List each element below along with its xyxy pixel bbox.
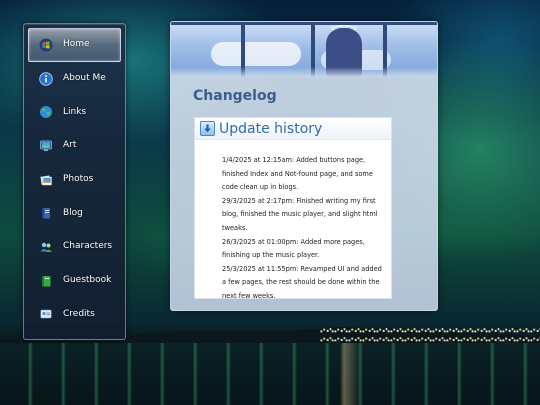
- sidebar-item-label: Photos: [63, 174, 94, 185]
- download-arrow-icon: [200, 121, 215, 136]
- changelog-list: 1/4/2025 at 12:15am: Added buttons page,…: [195, 140, 391, 304]
- sidebar-item-credits[interactable]: Credits: [28, 298, 121, 332]
- banner-fade: [171, 67, 437, 77]
- guestbook-icon: [39, 274, 53, 288]
- background-city-lights: [320, 326, 540, 344]
- list-item: 29/3/2025 at 2:17pm: Finished writing my…: [222, 196, 378, 232]
- sidebar-item-label: Home: [63, 39, 90, 50]
- background-water: [0, 343, 540, 405]
- sidebar-item-label: About Me: [63, 73, 106, 84]
- list-item: 26/3/2025 at 01:00pm: Added more pages, …: [222, 237, 365, 260]
- monitor-art-icon: [39, 139, 53, 153]
- photos-icon: [39, 173, 53, 187]
- update-history-card: Update history 1/4/2025 at 12:15am: Adde…: [194, 117, 392, 300]
- sidebar-item-art[interactable]: Art: [28, 129, 121, 163]
- sidebar-item-label: Guestbook: [63, 275, 112, 286]
- list-item: 1/4/2025 at 12:15am: Added buttons page,…: [222, 156, 373, 192]
- info-icon: [39, 71, 53, 86]
- list-item: 25/3/2025 at 11:55pm: Revamped UI and ad…: [222, 264, 382, 300]
- sidebar-item-home[interactable]: Home: [28, 28, 121, 62]
- header-banner-image: [171, 22, 437, 77]
- card-title: Update history: [219, 120, 323, 137]
- sidebar-item-label: Art: [63, 140, 77, 151]
- sidebar-item-label: Blog: [63, 207, 83, 218]
- page-title: Changelog: [193, 88, 277, 104]
- sidebar-item-label: Links: [63, 106, 87, 117]
- characters-icon: [39, 240, 53, 254]
- sidebar-item-photos[interactable]: Photos: [28, 163, 121, 197]
- sidebar-item-about-me[interactable]: About Me: [28, 62, 121, 96]
- banner-cloud: [211, 42, 301, 66]
- credits-icon: [39, 307, 53, 321]
- blog-book-icon: [39, 206, 53, 220]
- sidebar-item-characters[interactable]: Characters: [28, 230, 121, 264]
- window-frame: [171, 22, 437, 25]
- main-panel: Changelog Update history 1/4/2025 at 12:…: [170, 21, 438, 311]
- globe-icon: [39, 105, 53, 119]
- card-header: Update history: [195, 118, 391, 140]
- sidebar-item-label: Credits: [63, 308, 95, 319]
- sidebar-item-guestbook[interactable]: Guestbook: [28, 264, 121, 298]
- sidebar-nav: Home About Me Links Art Photos Blog Char…: [23, 23, 126, 340]
- windows-home-icon: [39, 38, 53, 52]
- sidebar-item-blog[interactable]: Blog: [28, 196, 121, 230]
- sidebar-item-label: Characters: [63, 241, 113, 252]
- sidebar-item-links[interactable]: Links: [28, 95, 121, 129]
